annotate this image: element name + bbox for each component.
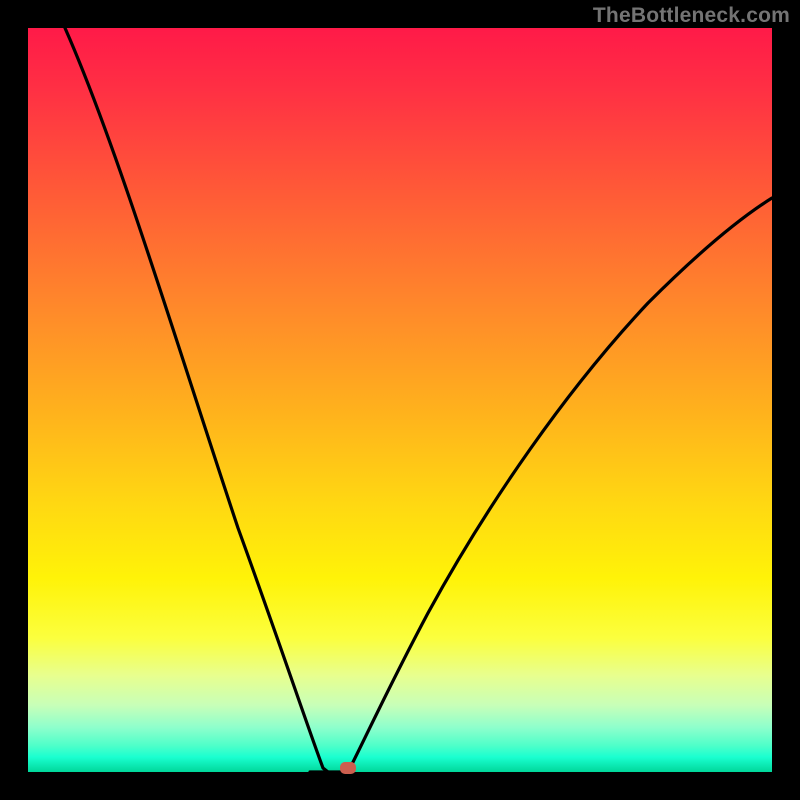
curve-left-branch	[65, 28, 328, 772]
plot-area	[28, 28, 772, 772]
chart-container: TheBottleneck.com	[0, 0, 800, 800]
bottleneck-marker	[340, 762, 356, 774]
curve-svg	[28, 28, 772, 772]
watermark-text: TheBottleneck.com	[593, 4, 790, 28]
curve-right-branch	[348, 198, 772, 772]
